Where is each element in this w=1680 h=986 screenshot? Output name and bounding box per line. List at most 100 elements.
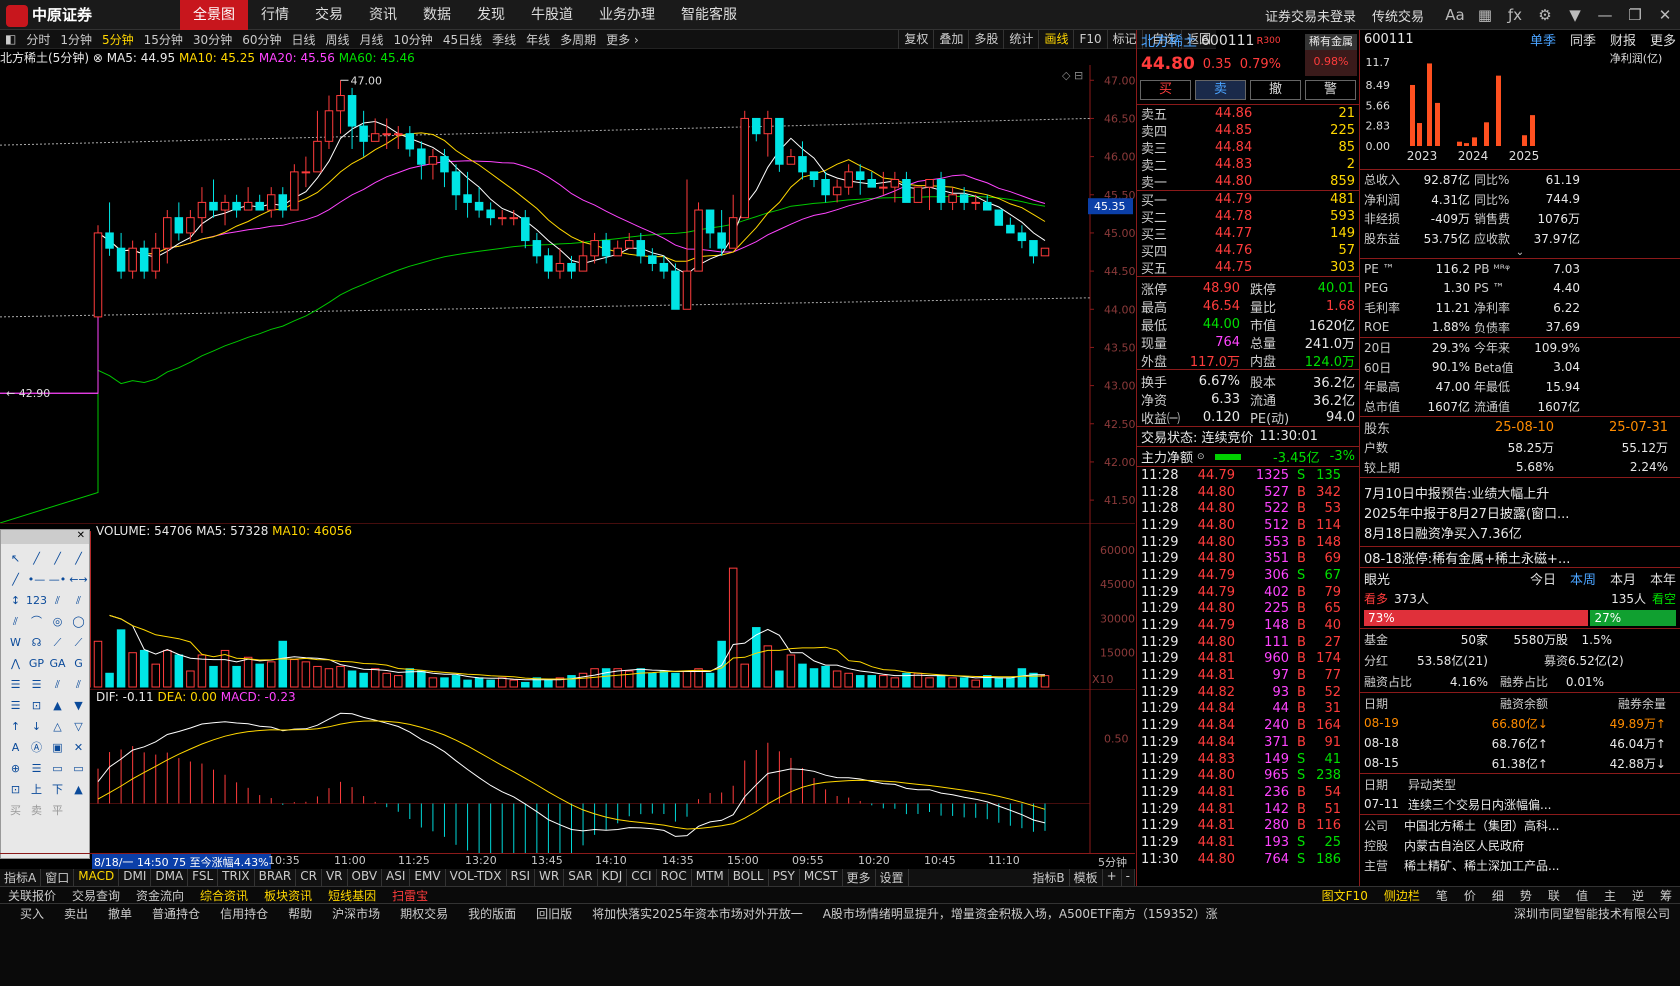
- candle[interactable]: [936, 179, 946, 203]
- indicator-22[interactable]: PSY: [769, 869, 800, 886]
- indicator-0[interactable]: 指标A: [0, 869, 42, 886]
- draw-tool-15[interactable]: ◯: [68, 611, 89, 632]
- draw-tool-44[interactable]: ⊡: [5, 779, 26, 800]
- draw-tool-31[interactable]: ▼: [68, 695, 89, 716]
- candle[interactable]: [890, 179, 900, 188]
- tick-row[interactable]: 11:29 44.80 111 B 27: [1137, 634, 1359, 651]
- bid-row[interactable]: 买三 44.77 149: [1137, 225, 1359, 243]
- fin-tab-3[interactable]: 更多: [1650, 30, 1676, 49]
- volume-bar[interactable]: [959, 677, 969, 688]
- volume-bar[interactable]: [359, 672, 368, 688]
- indicator-21[interactable]: BOLL: [729, 869, 769, 886]
- volume-bar[interactable]: [648, 672, 657, 688]
- nav-8[interactable]: 智能客服: [668, 0, 750, 30]
- draw-tool-35[interactable]: ▽: [68, 716, 89, 737]
- draw-tool-0[interactable]: ↖: [5, 548, 26, 569]
- volume-bar[interactable]: [1017, 668, 1027, 688]
- candle[interactable]: [359, 125, 368, 142]
- eye-tab-1[interactable]: 本周: [1570, 569, 1596, 588]
- bottom-right-10[interactable]: 筹: [1652, 887, 1680, 904]
- candle[interactable]: [844, 171, 853, 188]
- status-item-0[interactable]: 买入: [20, 905, 44, 922]
- volume-bar[interactable]: [290, 659, 299, 688]
- status-item-7[interactable]: 期权交易: [400, 905, 448, 922]
- volume-bar[interactable]: [601, 668, 611, 688]
- volume-bar[interactable]: [682, 670, 692, 688]
- draw-tool-6[interactable]: —•: [47, 569, 68, 590]
- indicator-12[interactable]: EMV: [410, 869, 446, 886]
- bottom-tab-4[interactable]: 板块资讯: [256, 887, 320, 904]
- period-7[interactable]: 周线: [321, 31, 355, 48]
- volume-bar[interactable]: [567, 675, 576, 688]
- period-2[interactable]: 5分钟: [97, 31, 139, 48]
- status-item-3[interactable]: 普通持仓: [152, 905, 200, 922]
- eye-tab-0[interactable]: 今日: [1530, 569, 1556, 588]
- draw-tool-5[interactable]: •—: [26, 569, 47, 590]
- profit-bar[interactable]: [1522, 135, 1527, 146]
- candle[interactable]: [752, 117, 761, 135]
- candle[interactable]: [959, 194, 969, 203]
- fin-tab-2[interactable]: 财报: [1610, 30, 1636, 49]
- volume-bar[interactable]: [844, 672, 853, 688]
- volume-bar[interactable]: [463, 679, 472, 688]
- volume-bar[interactable]: [497, 677, 507, 688]
- volume-bar[interactable]: [382, 672, 391, 688]
- bottom-right-1[interactable]: 侧边栏: [1376, 887, 1428, 904]
- nav-6[interactable]: 牛股道: [518, 0, 586, 30]
- draw-tool-7[interactable]: ←→: [68, 569, 89, 590]
- candle[interactable]: [139, 247, 149, 272]
- skin-icon[interactable]: ▼: [1560, 6, 1590, 24]
- draw-tool-32[interactable]: ↑: [5, 716, 26, 737]
- draw-tool-42[interactable]: ▭: [47, 758, 68, 779]
- bottom-tab-0[interactable]: 关联报价: [0, 887, 64, 904]
- bottom-right-7[interactable]: 值: [1568, 887, 1596, 904]
- indicator-13[interactable]: VOL-TDX: [446, 869, 507, 886]
- bottom-tab-5[interactable]: 短线基因: [320, 887, 384, 904]
- volume-bar[interactable]: [855, 675, 865, 688]
- indicator-17[interactable]: KDJ: [598, 869, 628, 886]
- indicator-10[interactable]: OBV: [348, 869, 383, 886]
- bottom-tab-1[interactable]: 交易查询: [64, 887, 128, 904]
- draw-tool-38[interactable]: ▣: [47, 737, 68, 758]
- candle[interactable]: [324, 110, 334, 142]
- layout-icon[interactable]: ▦: [1470, 6, 1500, 24]
- candle[interactable]: [578, 255, 588, 272]
- candle[interactable]: [509, 217, 519, 220]
- volume-bar[interactable]: [486, 679, 495, 688]
- bottom-right-8[interactable]: 主: [1596, 887, 1624, 904]
- candle[interactable]: [659, 262, 669, 272]
- period-3[interactable]: 15分钟: [139, 31, 188, 48]
- draw-tool-50[interactable]: 平: [47, 800, 68, 821]
- draw-tool-19[interactable]: ⟋: [68, 632, 89, 653]
- period-10[interactable]: 45日线: [438, 31, 487, 48]
- news-item[interactable]: 2025年中报于8月27日披露(窗口...: [1360, 502, 1680, 522]
- candle[interactable]: [590, 240, 599, 257]
- volume-bar[interactable]: [313, 665, 322, 688]
- candle[interactable]: [313, 140, 322, 173]
- tick-row[interactable]: 11:29 44.79 306 S 67: [1137, 567, 1359, 584]
- bottom-right-3[interactable]: 价: [1456, 887, 1484, 904]
- draw-tool-2[interactable]: ╱: [47, 548, 68, 569]
- volume-bar[interactable]: [255, 663, 264, 688]
- candle[interactable]: [983, 201, 992, 211]
- candle[interactable]: [336, 95, 345, 112]
- candle[interactable]: [428, 156, 438, 165]
- indicator-14[interactable]: RSI: [507, 869, 536, 886]
- margin-row[interactable]: 08-18 68.76亿↑ 46.04万↑: [1360, 733, 1680, 753]
- draw-tool-23[interactable]: G: [68, 653, 89, 674]
- volume-bar[interactable]: [336, 665, 345, 688]
- candle[interactable]: [855, 171, 865, 181]
- draw-tool-26[interactable]: ⫽: [47, 674, 68, 695]
- indicator-2[interactable]: MACD: [74, 869, 120, 886]
- draw-tool-36[interactable]: A: [5, 737, 26, 758]
- profit-bar[interactable]: [1484, 122, 1489, 146]
- tick-row[interactable]: 11:30 44.80 764 S 186: [1137, 851, 1359, 868]
- profit-bar[interactable]: [1472, 137, 1477, 146]
- draw-tool-37[interactable]: Ⓐ: [26, 737, 47, 758]
- candle[interactable]: [775, 117, 784, 165]
- volume-bar[interactable]: [324, 668, 334, 688]
- candle[interactable]: [1029, 240, 1038, 257]
- font-size-icon[interactable]: Aa: [1440, 6, 1470, 24]
- volume-bar[interactable]: [936, 675, 946, 688]
- eye-tab-2[interactable]: 本月: [1610, 569, 1636, 588]
